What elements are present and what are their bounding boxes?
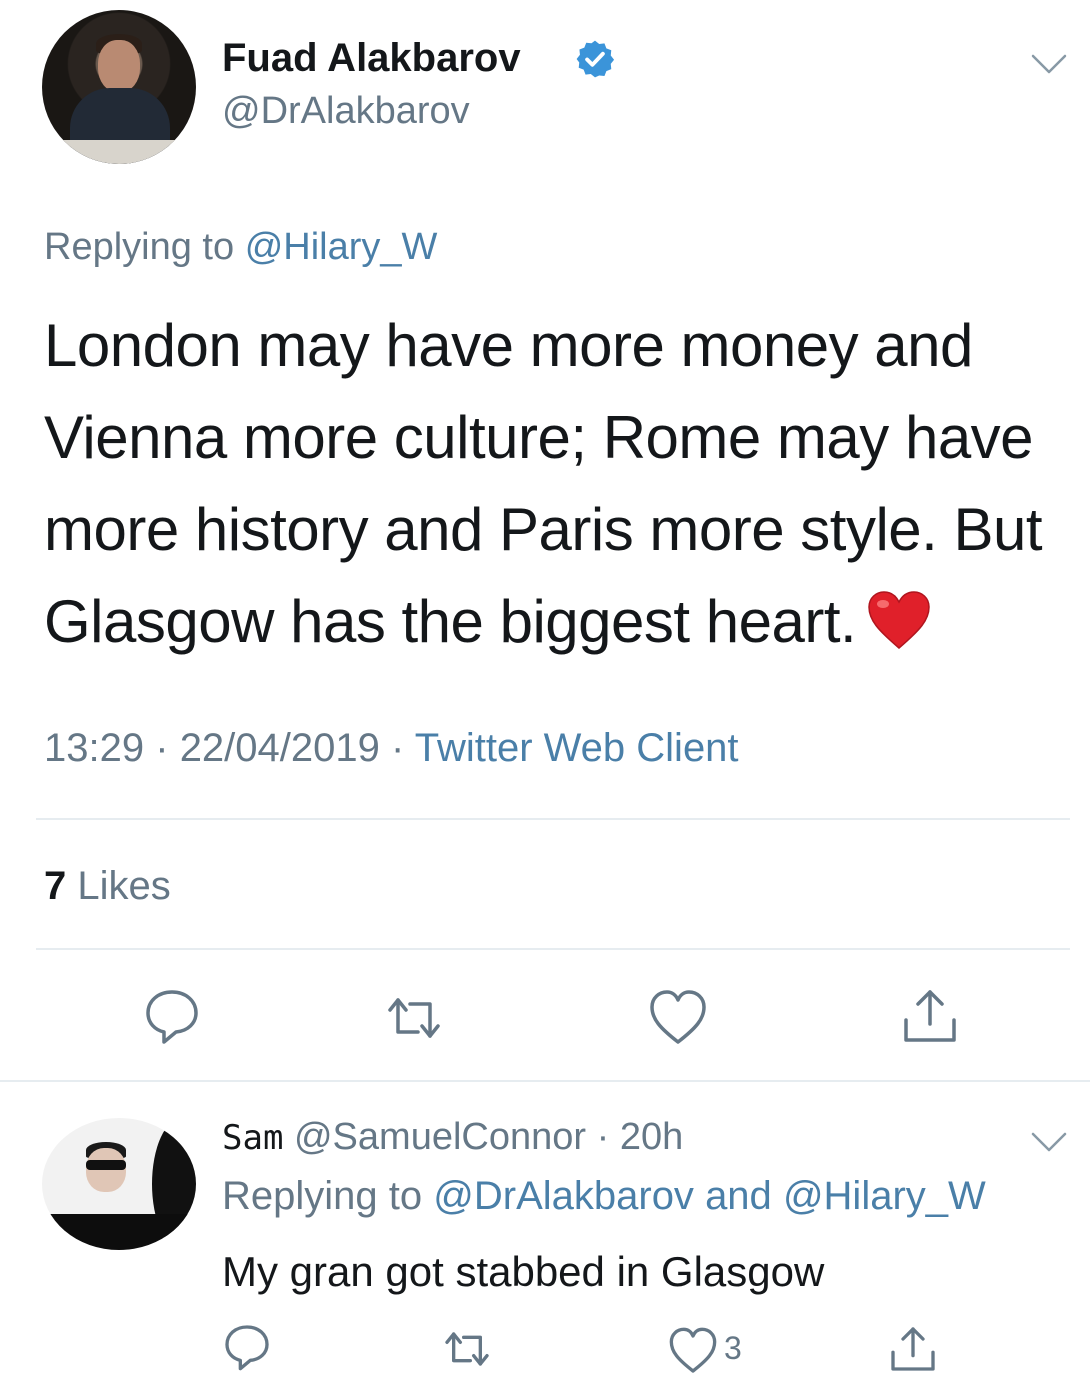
meta-separator: · (596, 1116, 610, 1158)
reply-age[interactable]: 20h (620, 1116, 683, 1158)
author-handle[interactable]: @DrAlakbarov (222, 90, 470, 133)
reply-icon[interactable] (142, 986, 202, 1046)
meta-separator: · (391, 726, 405, 770)
tweet-text: London may have more money and Vienna mo… (44, 300, 1064, 668)
replying-to-link[interactable]: @Hilary_W (245, 226, 438, 268)
reply-author-avatar[interactable] (42, 1118, 196, 1250)
likes-stat[interactable]: 7 Likes (44, 864, 171, 909)
avatar-bg-shape (42, 1214, 196, 1250)
tweet-text-line: Vienna more culture; Rome may have (44, 404, 1034, 471)
replying-to-link[interactable]: @DrAlakbarov (433, 1174, 694, 1218)
retweet-icon[interactable] (442, 1324, 492, 1374)
replying-prefix: Replying to (222, 1174, 423, 1218)
tweet-text-line: London may have more money and (44, 312, 973, 379)
replying-prefix: Replying to (44, 226, 235, 268)
likes-count: 7 (44, 864, 67, 908)
avatar-table (42, 140, 196, 164)
tweet-text-line-last: Glasgow has the biggest heart. (44, 576, 1064, 668)
verified-badge-icon (576, 40, 615, 78)
heart-outline-icon[interactable] (648, 988, 708, 1048)
red-heart-emoji (868, 591, 930, 649)
divider (36, 948, 1070, 950)
replying-and-word: and (705, 1174, 772, 1218)
author-name[interactable]: Fuad Alakbarov (222, 36, 521, 81)
share-icon[interactable] (888, 1324, 938, 1374)
avatar-face (86, 1148, 126, 1192)
reply-text: My gran got stabbed in Glasgow (222, 1248, 825, 1295)
chevron-down-icon[interactable] (1030, 52, 1068, 76)
meta-separator: · (155, 726, 169, 770)
heart-outline-icon[interactable] (668, 1326, 718, 1376)
divider (0, 1080, 1090, 1082)
author-avatar[interactable] (42, 10, 196, 164)
retweet-icon[interactable] (384, 988, 444, 1048)
reply-replying-to-line: Replying to @DrAlakbarov and @Hilary_W (222, 1174, 986, 1219)
likes-label: Likes (77, 864, 171, 908)
share-icon[interactable] (900, 986, 960, 1046)
tweet-time[interactable]: 13:29 (44, 726, 144, 770)
avatar-sunglasses (86, 1160, 126, 1170)
reply-icon[interactable] (222, 1322, 272, 1372)
tweet-text-line: more history and Paris more style. But (44, 496, 1043, 563)
tweet-client-link[interactable]: Twitter Web Client (415, 726, 739, 770)
avatar-face (98, 40, 140, 92)
tweet-text-line: Glasgow has the biggest heart. (44, 588, 857, 655)
reply-header: Sam @SamuelConnor · 20h (222, 1116, 683, 1159)
reply-author-handle[interactable]: @SamuelConnor (294, 1116, 586, 1158)
replying-to-link[interactable]: @Hilary_W (783, 1174, 986, 1218)
tweet-meta: 13:29 · 22/04/2019 · Twitter Web Client (44, 726, 739, 771)
divider (36, 818, 1070, 820)
chevron-down-icon[interactable] (1030, 1130, 1068, 1154)
reply-author-name[interactable]: Sam (222, 1118, 283, 1158)
tweet-date[interactable]: 22/04/2019 (180, 726, 380, 770)
replying-to-line: Replying to @Hilary_W (44, 226, 437, 269)
reply-like-count: 3 (724, 1330, 742, 1366)
